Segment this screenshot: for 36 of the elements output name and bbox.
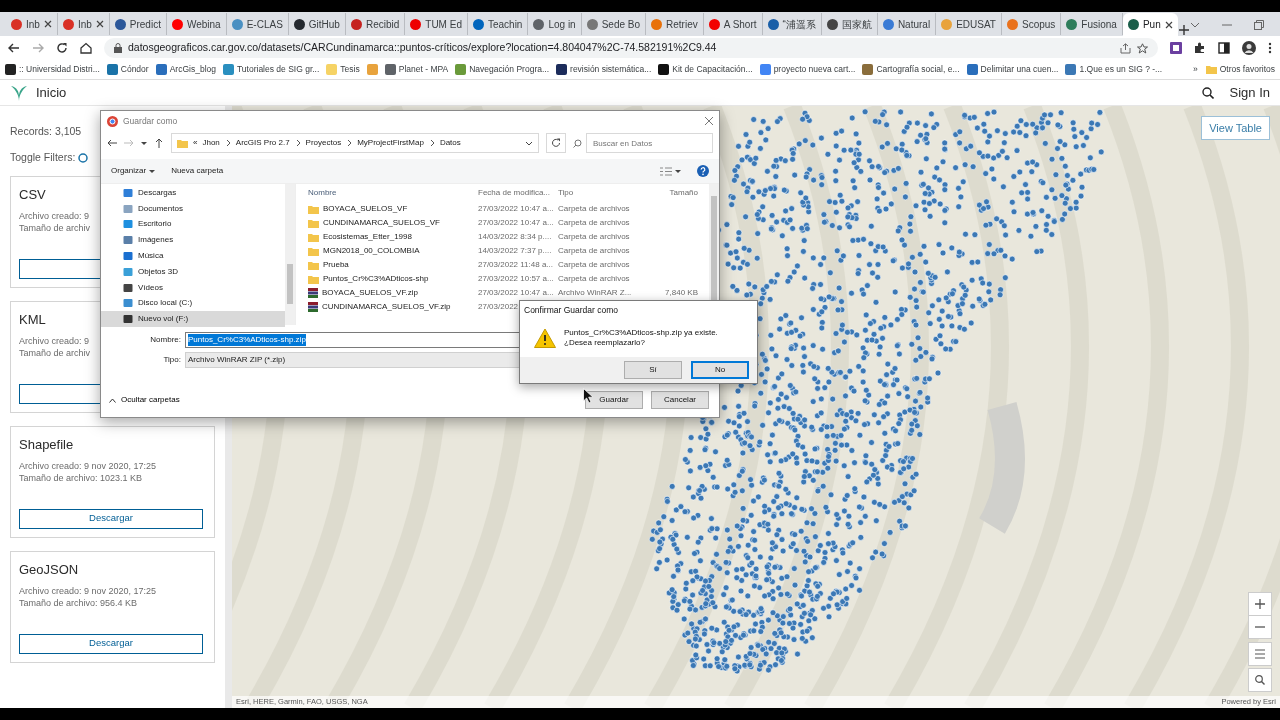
file-date: 27/03/2022 10:47 a... [478,288,554,297]
file-info: Archivo creado: 9 nov 2020, 17:25 [19,460,157,472]
file-info: Tamaño de archivo: 1023.1 KB [19,472,143,484]
file-type: Archivo WinRAR Z... [558,288,632,297]
toggle-label: Toggle Filters: [10,149,76,165]
dialog-title: Guardar como [123,114,178,128]
field-label: Nombre: [149,334,181,346]
file-date: 14/03/2022 8:34 p.... [478,232,552,241]
dialog-title: Confirmar Guardar como [523,304,619,317]
url-text: datosgeograficos.car.gov.co/datasets/CARCundinamarca::puntos-críticos/explore?location=4.804047%2C-74.582191%2C9.44 [128,40,718,56]
file-date: 14/03/2022 7:37 p.... [478,246,552,255]
file-size: 7,840 KB [665,288,698,297]
file-type: Carpeta de archivos [558,232,630,241]
field-label: Tipo: [162,354,181,366]
format-title: Shapefile [19,435,74,454]
file-date: 27/03/2022 11:48 a... [478,260,554,269]
file-type: Carpeta de archivos [558,260,630,269]
file-info: Tamaño de archiv [19,222,91,234]
file-info: Archivo creado: 9 [19,210,90,222]
file-info: Tamaño de archivo: 956.4 KB [19,597,138,609]
format-title: CSV [19,185,46,204]
file-date: 27/03/2022 10:57 a... [478,274,554,283]
records-count: Records: 3,105 [10,124,83,139]
format-title: GeoJSON [19,560,79,579]
file-info: Archivo creado: 9 [19,335,90,347]
file-type: Carpeta de archivos [558,204,630,213]
file-date: 27/03/2022 10:47 a... [478,204,554,213]
file-info: Archivo creado: 9 nov 2020, 17:25 [19,585,157,597]
file-type: Carpeta de archivos [558,274,630,283]
file-date: 27/03/2022 10:47 a... [478,218,554,227]
file-type: Carpeta de archivos [558,246,630,255]
file-info: Tamaño de archiv [19,347,91,359]
file-date: 27/03/2022 [478,302,519,311]
dialog-message: Puntos_Cr%C3%ADticos-shp.zip ya existe. ¿Desea reemplazarlo? [564,328,718,349]
file-type: Carpeta de archivos [558,218,630,227]
format-title: KML [19,310,46,329]
